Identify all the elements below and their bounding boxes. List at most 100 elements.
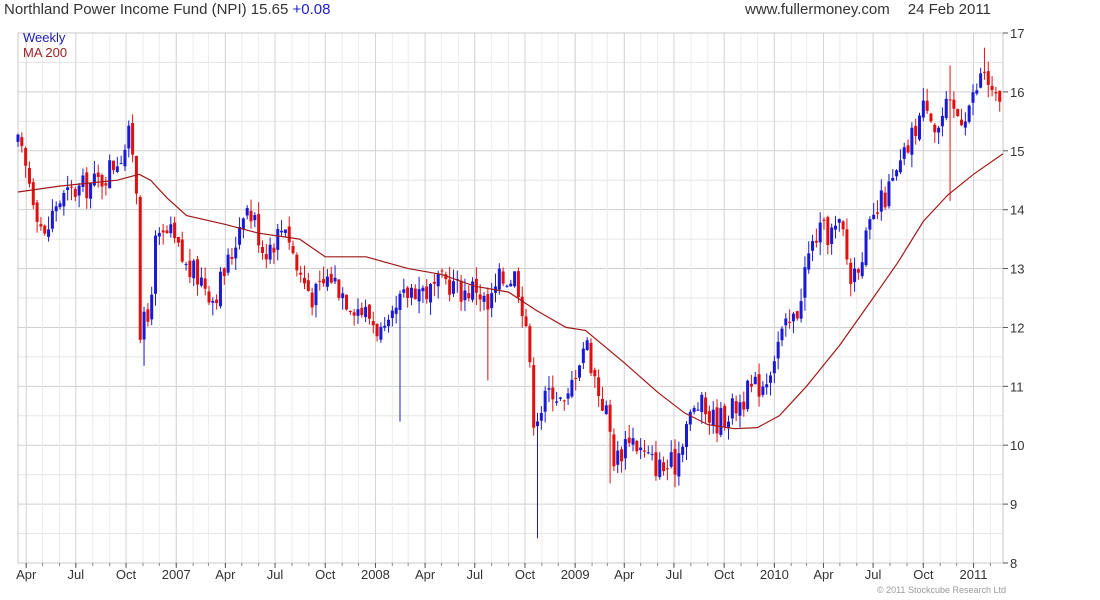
candle-down [196,255,200,296]
candle-body [795,311,799,319]
candle-body [933,124,937,133]
candle-body [574,377,578,379]
candle-body [43,225,47,234]
candle-up [772,355,776,384]
candle-down [432,273,436,297]
candle-down [620,446,624,473]
candle-up [108,154,112,189]
candle-body [406,287,410,298]
x-tick-label: Apr [415,567,436,582]
candle-body [352,312,356,316]
candle-body [62,192,66,207]
candle-body [123,149,127,167]
y-axis: 8 9 10 11 12 13 14 15 16 17 [1003,26,1024,571]
candle-body [818,222,822,243]
candle-up [902,142,906,166]
candle-down [608,399,612,484]
candle-down [990,76,994,97]
candle-body [257,213,261,246]
candle-up [803,256,807,311]
candle-body [788,321,792,323]
candle-down [956,108,960,117]
candle-down [180,231,184,263]
candle-body [471,281,475,300]
candle-body [142,311,146,340]
candle-body [39,224,43,227]
candle-body [539,412,543,421]
candle-body [35,202,39,222]
candle-body [879,190,883,212]
candle-up [746,379,750,412]
candle-up [692,405,696,415]
candle-up [646,445,650,455]
candle-body [696,409,700,411]
candle-up [853,257,857,292]
candle-up [211,297,215,316]
candle-up [276,223,280,261]
candle-body [421,287,425,292]
candle-up [570,371,574,398]
candle-body [982,71,986,73]
candle-body [833,225,837,230]
candle-down [448,266,452,302]
candle-body [383,325,387,328]
candle-down [322,266,326,287]
candle-down [551,375,555,412]
candle-body [822,219,826,221]
candle-up [891,169,895,182]
candle-down [849,257,853,297]
x-tick-label: Jul [666,567,683,582]
candle-body [96,172,100,177]
candle-body [593,369,597,377]
candle-down [574,369,578,391]
candle-up [513,271,517,288]
candle-body [429,284,433,303]
candle-down [707,405,711,435]
y-tick-label: 14 [1010,203,1024,218]
candle-body [669,452,673,467]
candle-body [333,277,337,282]
candle-down [444,271,448,285]
candle-up [650,445,654,461]
candle-body [646,452,650,454]
candle-up [868,216,872,240]
candle-up [356,298,360,324]
candle-up [325,269,329,291]
candle-body [776,341,780,359]
candle-up [543,386,547,423]
candle-up [115,156,119,174]
candle-body [31,182,35,206]
candle-down [20,132,24,153]
candle-body [463,290,467,301]
candle-up [429,282,433,315]
candle-body [459,280,463,302]
candle-down [856,267,860,280]
candle-body [325,276,329,287]
candle-body [92,173,96,186]
candle-body [665,468,669,470]
candle-down [914,118,918,145]
price-chart: 8 9 10 11 12 13 14 15 16 17 Apr Jul Oct 2007 Apr Jul Oc… [16,26,1024,582]
candle-body [131,122,135,155]
candle-up [119,155,123,165]
candle-down [662,456,666,476]
candle-body [218,271,222,307]
candle-up [280,219,284,237]
candle-up [238,217,242,250]
candle-up [669,440,673,469]
candle-body [115,166,119,172]
candle-up [253,212,257,228]
candle-body [505,285,509,287]
candle-body [918,115,922,140]
candle-body [948,99,952,101]
candle-body [196,259,200,285]
candle-body [314,283,318,306]
candle-body [169,224,173,234]
candle-up [864,227,868,268]
candle-body [226,254,230,273]
candle-down [795,310,799,321]
candle-body [417,289,421,302]
candle-up [765,373,769,395]
candle-body [746,380,750,410]
legend-weekly: Weekly [23,30,66,45]
